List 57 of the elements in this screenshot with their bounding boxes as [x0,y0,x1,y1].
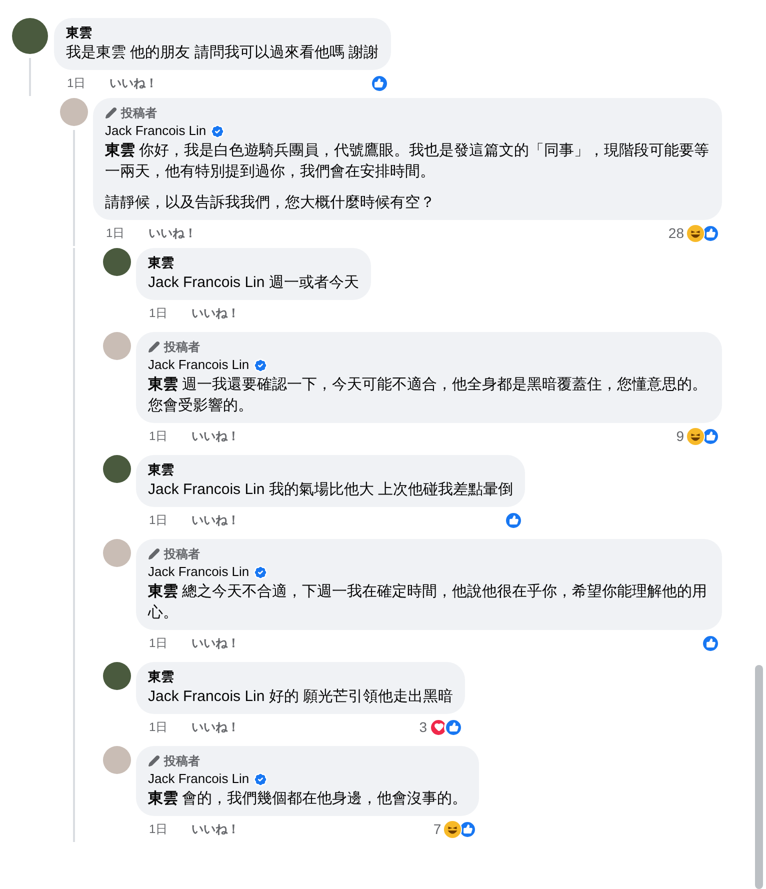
reaction-count[interactable]: 3 [419,716,428,738]
comment-text: Jack Francois Lin 我的氣場比他大 上次他碰我差點暈倒 [148,480,514,500]
like-link[interactable]: いいね！ [192,427,240,445]
pencil-icon [105,107,117,119]
avatar[interactable] [103,662,131,690]
like-link[interactable]: いいね！ [192,634,240,652]
laughing-face-icon [686,426,705,446]
comment-time[interactable]: 1日 [149,511,168,529]
comment-text: 東雲 你好，我是白色遊騎兵團員，代號鷹眼。我也是發這篇文的「同事」，現階段可能要等一兩天，他有特別提到過你，我們會在安排時間。 [105,141,710,182]
author-label: 投稿者 [164,753,200,770]
like-link[interactable]: いいね！ [192,820,240,838]
verified-icon [253,772,268,786]
scrollbar-thumb[interactable] [755,665,763,889]
laughing-face-icon [443,820,462,838]
reaction-count[interactable]: 9 [676,426,684,446]
comment-time[interactable]: 1日 [67,74,86,92]
author-label: 投稿者 [164,546,200,563]
comment-time[interactable]: 1日 [106,224,125,242]
comment-text: Jack Francois Lin 好的 願光芒引領他走出黑暗 [148,687,454,707]
comment-text: 東雲 總之今天不合適，下週一我在確定時間，他說他很在乎你，希望你能理解他的用心。 [148,582,708,623]
comment-text: 請靜候，以及告訴我我們，您大概什麼時候有空？ [105,193,436,213]
author-label: 投稿者 [164,339,200,356]
comment-text: 東雲 會的，我們幾個都在他身邊，他會沒事的。 [148,789,468,809]
like-link[interactable]: いいね！ [192,718,240,736]
author-name[interactable]: 東雲 [148,254,174,272]
like-link[interactable]: いいね！ [110,74,158,92]
laughing-face-icon [686,224,705,242]
reaction-count[interactable]: 28 [668,222,684,244]
comment-time[interactable]: 1日 [149,820,168,838]
pencil-icon [148,755,160,767]
verified-icon [253,358,268,372]
comment-time[interactable]: 1日 [149,718,168,736]
like-link[interactable]: いいね！ [192,304,240,322]
pencil-icon [148,548,160,560]
author-label: 投稿者 [121,105,157,122]
verified-icon [210,124,226,138]
author-name[interactable]: Jack Francois Lin [148,563,250,581]
author-name[interactable]: Jack Francois Lin [105,122,206,140]
comment-time[interactable]: 1日 [149,304,168,322]
verified-icon [253,564,268,580]
avatar[interactable] [103,248,131,276]
like-link[interactable]: いいね！ [148,224,197,242]
author-name[interactable]: 東雲 [148,668,174,686]
comment-time[interactable]: 1日 [149,634,168,652]
comment-text: Jack Francois Lin 週一或者今天 [148,273,359,293]
like-link[interactable]: いいね！ [192,511,240,529]
reaction-count[interactable]: 7 [433,818,442,840]
comment-time[interactable]: 1日 [149,427,168,445]
author-name[interactable]: Jack Francois Lin [148,356,250,374]
comment-text: 東雲 週一我還要確認一下，今天可能不適合，他全身都是黑暗覆蓋住，您懂意思的。您會受影響的。 [148,375,708,416]
author-name[interactable]: 東雲 [66,24,92,42]
pencil-icon [148,341,160,353]
author-name[interactable]: Jack Francois Lin [148,770,250,788]
author-name[interactable]: 東雲 [148,461,174,479]
comment-text: 我是東雲 他的朋友 請問我可以過來看他嗎 謝謝 [66,43,379,63]
avatar[interactable] [103,455,131,483]
avatar[interactable] [12,18,48,54]
